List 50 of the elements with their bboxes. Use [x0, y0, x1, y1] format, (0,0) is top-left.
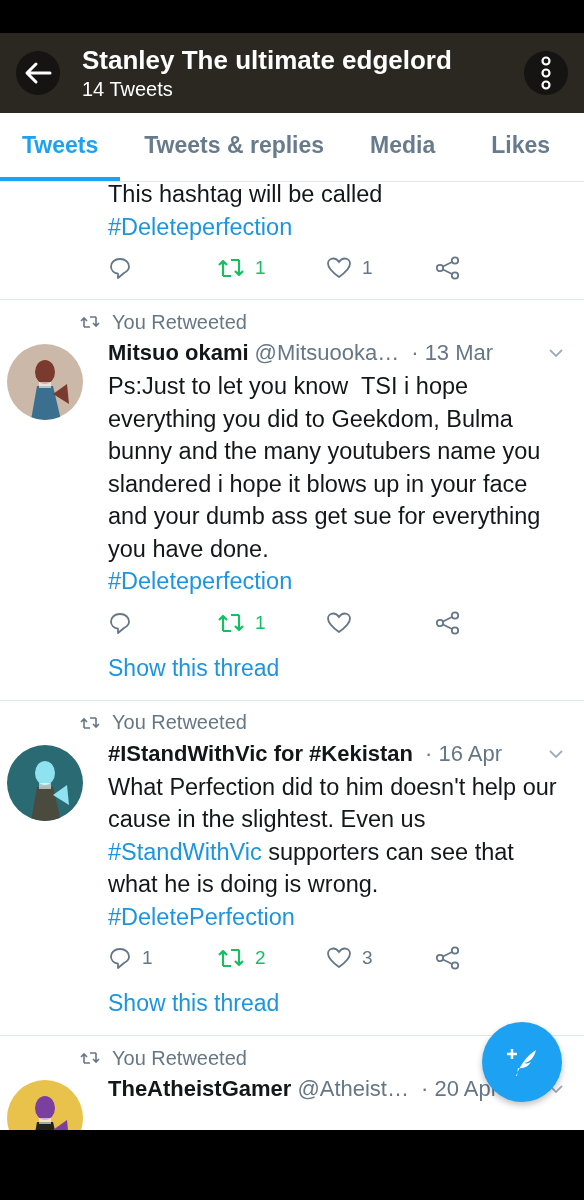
author-handle: @Atheist…: [297, 1076, 409, 1102]
author-handle: @Mitsuooka…: [254, 340, 400, 366]
reply-icon[interactable]: [108, 610, 132, 635]
hashtag-link[interactable]: #Deleteperfection: [108, 210, 293, 243]
retweet-icon: [80, 1051, 100, 1065]
retweet-icon[interactable]: [217, 947, 245, 969]
reply-count: 1: [142, 947, 153, 969]
like-count: 1: [362, 257, 373, 279]
share-icon[interactable]: [435, 946, 461, 970]
hashtag-link[interactable]: #DeletePerfection: [108, 900, 295, 933]
hashtag-link[interactable]: #Deleteperfection: [108, 565, 293, 598]
share-icon[interactable]: [435, 256, 461, 280]
back-arrow-icon: [24, 61, 52, 85]
show-thread-link[interactable]: Show this thread: [108, 983, 280, 1029]
author-name: Mitsuo okami: [108, 340, 249, 366]
hashtag-link[interactable]: #StandWithVic: [108, 838, 262, 865]
tweet-text: What Perfection did to him doesn't help our cause in the slightest. Even us #StandWithVic supporters can see that what he is doing is wrong.: [108, 772, 558, 899]
more-options-button[interactable]: [524, 51, 568, 95]
share-icon[interactable]: [435, 610, 461, 635]
retweet-icon[interactable]: [217, 611, 245, 634]
retweet-icon[interactable]: [217, 257, 245, 279]
author-name: TheAtheistGamer: [108, 1076, 292, 1102]
heart-icon[interactable]: [326, 946, 352, 970]
reply-icon[interactable]: [108, 946, 132, 970]
more-icon: [540, 56, 552, 90]
like-count: 3: [362, 947, 373, 969]
tab[interactable]: Likes: [457, 113, 584, 181]
tweet-time: · 16 Apr: [425, 740, 503, 767]
tweet-time: · 13 Mar: [411, 340, 494, 366]
tab[interactable]: Tweets & replies: [120, 113, 349, 181]
heart-icon[interactable]: [326, 256, 352, 280]
show-thread-link[interactable]: Show this thread: [108, 647, 280, 694]
retweet-count: 2: [255, 947, 266, 969]
retweeted-label: You Retweeted: [112, 310, 247, 334]
tab[interactable]: Tweets: [0, 113, 121, 181]
retweet-icon: [80, 715, 100, 730]
retweet-icon: [80, 315, 100, 329]
tweet-count: 14 Tweets: [82, 78, 174, 101]
tab[interactable]: Media: [348, 113, 458, 181]
retweet-count: 1: [255, 257, 266, 279]
heart-icon[interactable]: [326, 610, 352, 635]
retweeted-label: You Retweeted: [112, 711, 247, 734]
tweet-text: Ps:Just to let you know TSI i hope everything you did to Geekdom, Bulma bunny and the many youtubers name you slandered i hope it blows up in your face and your dumb ass get sue for everything you have done.: [108, 372, 542, 564]
tweet-text: This hashtag will be called: [108, 182, 384, 209]
retweeted-label: You Retweeted: [112, 1046, 247, 1070]
profile-name: Stanley The ultimate edgelord: [82, 45, 453, 76]
back-button[interactable]: [16, 51, 60, 95]
retweet-count: 1: [255, 611, 266, 634]
reply-icon[interactable]: [108, 256, 132, 280]
author-name: #IStandWithVic for #Kekistan: [108, 740, 414, 767]
